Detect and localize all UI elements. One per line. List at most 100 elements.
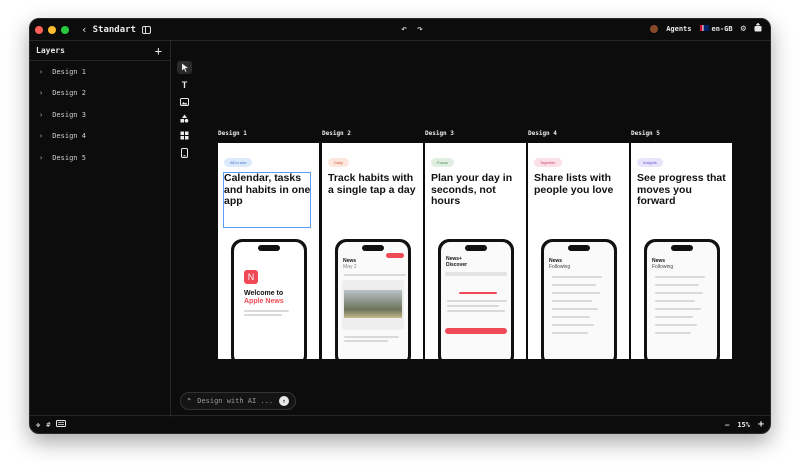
undo-icon[interactable]: ↶ (401, 24, 407, 35)
chevron-right-icon[interactable]: › (39, 132, 43, 140)
headline[interactable]: Plan your day in seconds, not hours (431, 172, 521, 208)
phone-screen: News May 2 (338, 242, 408, 359)
get-started-button (445, 328, 507, 334)
headline[interactable]: Track habits with a single tap a day (328, 172, 418, 196)
pointer-icon[interactable] (177, 61, 192, 74)
agents-button[interactable]: Agents (666, 25, 691, 33)
screen-subtitle: Following (549, 264, 571, 270)
dynamic-island (568, 245, 590, 251)
welcome-accent: Apple News (244, 298, 284, 305)
chevron-right-icon[interactable]: › (39, 154, 43, 162)
gear-icon[interactable]: ⚙ (741, 24, 746, 34)
move-icon[interactable]: ✥ (36, 421, 40, 429)
chevron-left-icon[interactable]: ‹ (81, 23, 88, 36)
layer-item-design-5[interactable]: › Design 5 (30, 147, 170, 169)
layer-item-design-4[interactable]: › Design 4 (30, 126, 170, 148)
design-canvas[interactable]: Design 1 All in one Calendar, tasks and … (172, 41, 770, 417)
sidebar-icon[interactable] (141, 25, 151, 34)
plus-icon[interactable]: + (155, 44, 162, 58)
phone-mockup: News Following (644, 239, 720, 359)
chevron-right-icon[interactable]: › (39, 111, 43, 119)
dynamic-island (671, 245, 693, 251)
phone-screen: News Following (647, 242, 717, 359)
phone-mockup: N Welcome to Apple News (231, 239, 307, 359)
screen-subtitle: Discover (446, 262, 468, 268)
news-app-icon: N (244, 270, 258, 284)
frame-label[interactable]: Design 5 (631, 130, 660, 137)
layer-label: Design 3 (52, 110, 86, 119)
layer-label: Design 1 (52, 67, 86, 76)
redo-icon[interactable]: ↷ (417, 24, 423, 35)
keyboard-icon[interactable] (56, 420, 67, 429)
design-frame-5[interactable]: Insights See progress that moves you for… (631, 143, 732, 359)
project-title: Standart (92, 24, 136, 35)
design-frame-2[interactable]: Daily Track habits with a single tap a d… (322, 143, 423, 359)
design-frame-3[interactable]: Focus Plan your day in seconds, not hour… (425, 143, 526, 359)
ai-prompt-input[interactable]: Design with AI ... (197, 397, 273, 405)
screen-date: May 2 (343, 264, 357, 270)
headline[interactable]: Share lists with people you love (534, 172, 624, 196)
minus-icon[interactable]: — (725, 421, 729, 429)
layers-header: Layers + (30, 41, 170, 61)
phone-mockup: News+ Discover (438, 239, 514, 359)
welcome-title: Welcome to (244, 290, 284, 297)
story-card (342, 280, 404, 330)
frame-label[interactable]: Design 2 (322, 130, 351, 137)
category-pill: Focus (431, 158, 454, 167)
avatar[interactable] (650, 24, 659, 33)
headline[interactable]: See progress that moves you forward (637, 172, 727, 208)
dynamic-island (465, 245, 487, 251)
chevron-right-icon[interactable]: › (39, 89, 43, 97)
layer-item-design-1[interactable]: › Design 1 (30, 61, 170, 83)
grid-icon[interactable]: # (46, 421, 50, 429)
zoom-level[interactable]: 15% (737, 421, 750, 429)
frame-label[interactable]: Design 3 (425, 130, 454, 137)
layer-label: Design 2 (52, 89, 86, 98)
frame-label[interactable]: Design 4 (528, 130, 557, 137)
locale-selector[interactable]: en-GB (699, 24, 733, 33)
components-icon[interactable] (177, 129, 192, 142)
titlebar-actions: Agents en-GB ⚙ (650, 22, 762, 34)
selection-outline (223, 172, 311, 228)
minimize-window-button[interactable] (48, 25, 56, 34)
category-pill: Insights (637, 158, 663, 167)
phone-screen: News+ Discover (441, 242, 511, 359)
layer-label: Design 4 (52, 132, 86, 141)
chevron-right-icon[interactable]: › (39, 68, 43, 76)
story-image (344, 290, 402, 318)
status-bar-left: ✥ # (36, 420, 67, 429)
uk-flag-icon (699, 24, 709, 31)
frame-label[interactable]: Design 1 (218, 130, 247, 137)
device-icon[interactable] (177, 146, 192, 159)
ai-prompt-bar[interactable]: ⌃ Design with AI ... ↑ (180, 392, 297, 410)
plus-icon[interactable]: + (758, 419, 764, 430)
category-pill: Daily (328, 158, 349, 167)
tool-palette: T (177, 61, 192, 159)
design-frame-1[interactable]: All in one Calendar, tasks and habits in… (218, 143, 319, 359)
arrow-up-icon[interactable]: ↑ (279, 396, 290, 406)
layers-sidebar: Layers + › Design 1 › Design 2 › Design 3 ›… (30, 41, 171, 417)
history-controls: ↶ ↷ (401, 24, 423, 35)
phone-mockup: News Following (541, 239, 617, 359)
chevron-up-icon[interactable]: ⌃ (187, 397, 191, 405)
text-icon[interactable]: T (177, 78, 192, 91)
design-frame-4[interactable]: Together Share lists with people you lov… (528, 143, 629, 359)
shapes-icon[interactable] (177, 112, 192, 125)
share-icon[interactable] (754, 22, 762, 34)
phone-mockup: News May 2 (335, 239, 411, 359)
dynamic-island (258, 245, 280, 251)
app-window: ‹ Standart ↶ ↷ Agents en-GB ⚙ Layers + ›… (29, 18, 771, 434)
close-window-button[interactable] (35, 25, 43, 34)
layers-title: Layers (36, 46, 65, 55)
window-controls (35, 25, 69, 34)
locale-label: en-GB (711, 24, 733, 33)
layer-item-design-2[interactable]: › Design 2 (30, 83, 170, 105)
title-bar: ‹ Standart ↶ ↷ Agents en-GB ⚙ (30, 19, 770, 41)
layer-item-design-3[interactable]: › Design 3 (30, 104, 170, 126)
zoom-window-button[interactable] (61, 25, 69, 34)
phone-screen: News Following (544, 242, 614, 359)
layer-label: Design 5 (52, 153, 86, 162)
image-icon[interactable] (177, 95, 192, 108)
status-bar: ✥ # — 15% + (30, 415, 770, 433)
screen-subtitle: Following (652, 264, 674, 270)
